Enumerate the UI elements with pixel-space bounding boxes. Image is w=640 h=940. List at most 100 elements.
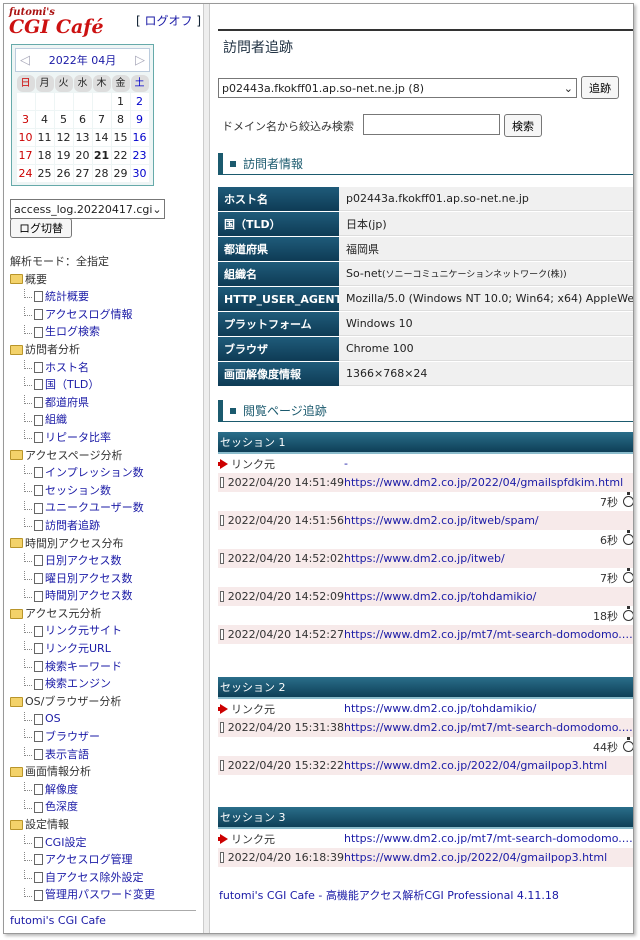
nav-item[interactable]: 検索エンジン — [10, 675, 200, 693]
calendar-day[interactable]: 22 — [111, 147, 130, 164]
calendar-day[interactable]: 29 — [111, 165, 130, 182]
nav-item-link[interactable]: 統計概要 — [45, 288, 89, 306]
nav-item-link[interactable]: インプレッション数 — [45, 464, 144, 482]
nav-item-link[interactable]: 曜日別アクセス数 — [45, 570, 132, 588]
nav-item[interactable]: 表示言語 — [10, 746, 200, 764]
referrer-url[interactable]: https://www.dm2.co.jp/tohdamikio/ — [344, 702, 633, 715]
logout-link[interactable]: ログオフ — [145, 14, 193, 28]
nav-item[interactable]: OS — [10, 710, 200, 728]
nav-item[interactable]: 訪問者追跡 — [10, 517, 200, 535]
nav-item[interactable]: リンク元サイト — [10, 622, 200, 640]
nav-item[interactable]: アクセスログ管理 — [10, 851, 200, 869]
nav-item-link[interactable]: 訪問者追跡 — [45, 517, 100, 535]
calendar-day[interactable]: 21 — [92, 147, 111, 164]
calendar-day[interactable]: 12 — [54, 129, 73, 146]
calendar-day[interactable]: 1 — [111, 93, 130, 110]
nav-item-link[interactable]: リピータ比率 — [45, 429, 111, 447]
nav-item[interactable]: 自アクセス除外設定 — [10, 869, 200, 887]
calendar-day[interactable]: 15 — [111, 129, 130, 146]
nav-item[interactable]: 都道府県 — [10, 394, 200, 412]
nav-item-link[interactable]: リンク元URL — [45, 640, 111, 658]
nav-item-link[interactable]: 表示言語 — [45, 746, 89, 764]
calendar-day[interactable]: 17 — [16, 147, 35, 164]
referrer-url[interactable]: https://www.dm2.co.jp/mt7/mt-search-domo… — [344, 832, 633, 845]
prev-month-icon[interactable]: ◁ — [20, 53, 30, 68]
calendar-day[interactable]: 8 — [111, 111, 130, 128]
calendar-day[interactable]: 2 — [130, 93, 149, 110]
nav-item-link[interactable]: ホスト名 — [45, 359, 89, 377]
nav-item-link[interactable]: ブラウザー — [45, 728, 100, 746]
nav-item-link[interactable]: 日別アクセス数 — [45, 552, 121, 570]
nav-item[interactable]: 検索キーワード — [10, 658, 200, 676]
nav-item[interactable]: 日別アクセス数 — [10, 552, 200, 570]
nav-item-link[interactable]: セッション数 — [45, 482, 111, 500]
page-url[interactable]: https://www.dm2.co.jp/itweb/ — [344, 552, 633, 565]
nav-item-link[interactable]: OS — [45, 710, 61, 728]
page-url[interactable]: https://www.dm2.co.jp/2022/04/gmailpop3.… — [344, 759, 633, 772]
calendar-day[interactable]: 24 — [16, 165, 35, 182]
nav-item-link[interactable]: 都道府県 — [45, 394, 89, 412]
nav-item[interactable]: セッション数 — [10, 482, 200, 500]
page-url[interactable]: https://www.dm2.co.jp/2022/04/gmailspfdk… — [344, 476, 633, 489]
nav-item[interactable]: 組織 — [10, 411, 200, 429]
nav-item[interactable]: CGI設定 — [10, 834, 200, 852]
nav-item[interactable]: リピータ比率 — [10, 429, 200, 447]
calendar-day[interactable]: 13 — [73, 129, 92, 146]
page-url[interactable]: https://www.dm2.co.jp/mt7/mt-search-domo… — [344, 721, 633, 734]
calendar-day[interactable]: 7 — [92, 111, 111, 128]
pane-divider[interactable] — [203, 4, 210, 933]
nav-item-link[interactable]: 自アクセス除外設定 — [45, 869, 143, 887]
nav-item[interactable]: アクセスログ情報 — [10, 306, 200, 324]
nav-item-link[interactable]: ユニークユーザー数 — [45, 499, 144, 517]
nav-item-link[interactable]: アクセスログ情報 — [45, 306, 132, 324]
nav-item-link[interactable]: CGI設定 — [45, 834, 86, 852]
calendar-day[interactable]: 6 — [73, 111, 92, 128]
nav-item[interactable]: 解像度 — [10, 781, 200, 799]
calendar-day[interactable]: 16 — [130, 129, 149, 146]
main-footer[interactable]: futomi's CGI Cafe - 高機能アクセス解析CGI Profess… — [219, 887, 559, 903]
calendar-day[interactable]: 26 — [54, 165, 73, 182]
nav-item[interactable]: 曜日別アクセス数 — [10, 570, 200, 588]
nav-item[interactable]: 国（TLD） — [10, 376, 200, 394]
page-url[interactable]: https://www.dm2.co.jp/tohdamikio/ — [344, 590, 633, 603]
calendar-day[interactable]: 3 — [16, 111, 35, 128]
host-select[interactable]: p02443a.fkokff01.ap.so-net.ne.jp (8) ⌄ — [218, 78, 577, 98]
nav-item[interactable]: 時間別アクセス数 — [10, 587, 200, 605]
next-month-icon[interactable]: ▷ — [135, 53, 145, 68]
calendar-day[interactable]: 27 — [73, 165, 92, 182]
nav-item[interactable]: 生ログ検索 — [10, 323, 200, 341]
nav-item-link[interactable]: 生ログ検索 — [45, 323, 100, 341]
track-button[interactable]: 追跡 — [581, 76, 619, 99]
calendar-day[interactable]: 18 — [35, 147, 54, 164]
nav-item-link[interactable]: リンク元サイト — [45, 622, 122, 640]
nav-item-link[interactable]: 検索エンジン — [45, 675, 111, 693]
nav-item-link[interactable]: 時間別アクセス数 — [45, 587, 132, 605]
calendar-day[interactable]: 9 — [130, 111, 149, 128]
nav-item-link[interactable]: 解像度 — [45, 781, 78, 799]
nav-item[interactable]: ブラウザー — [10, 728, 200, 746]
calendar-day[interactable]: 10 — [16, 129, 35, 146]
page-url[interactable]: https://www.dm2.co.jp/mt7/mt-search-domo… — [344, 628, 633, 641]
page-url[interactable]: https://www.dm2.co.jp/2022/04/gmailpop3.… — [344, 851, 633, 864]
nav-item[interactable]: リンク元URL — [10, 640, 200, 658]
search-button[interactable]: 検索 — [504, 114, 542, 137]
calendar-day[interactable]: 11 — [35, 129, 54, 146]
calendar-day[interactable]: 20 — [73, 147, 92, 164]
calendar-day[interactable]: 30 — [130, 165, 149, 182]
calendar-day[interactable]: 4 — [35, 111, 54, 128]
calendar-day[interactable]: 23 — [130, 147, 149, 164]
nav-item[interactable]: 統計概要 — [10, 288, 200, 306]
nav-item[interactable]: 色深度 — [10, 798, 200, 816]
left-footer[interactable]: futomi's CGI Cafe — [10, 910, 196, 927]
calendar-day[interactable]: 14 — [92, 129, 111, 146]
nav-item-link[interactable]: 組織 — [45, 411, 67, 429]
nav-item[interactable]: 管理用パスワード変更 — [10, 886, 200, 904]
nav-item-link[interactable]: 国（TLD） — [45, 376, 99, 394]
switch-log-button[interactable]: ログ切替 — [10, 218, 72, 238]
calendar-day[interactable]: 5 — [54, 111, 73, 128]
calendar-day[interactable]: 19 — [54, 147, 73, 164]
calendar-day[interactable]: 25 — [35, 165, 54, 182]
search-input[interactable] — [363, 114, 500, 135]
calendar-day[interactable]: 28 — [92, 165, 111, 182]
page-url[interactable]: https://www.dm2.co.jp/itweb/spam/ — [344, 514, 633, 527]
